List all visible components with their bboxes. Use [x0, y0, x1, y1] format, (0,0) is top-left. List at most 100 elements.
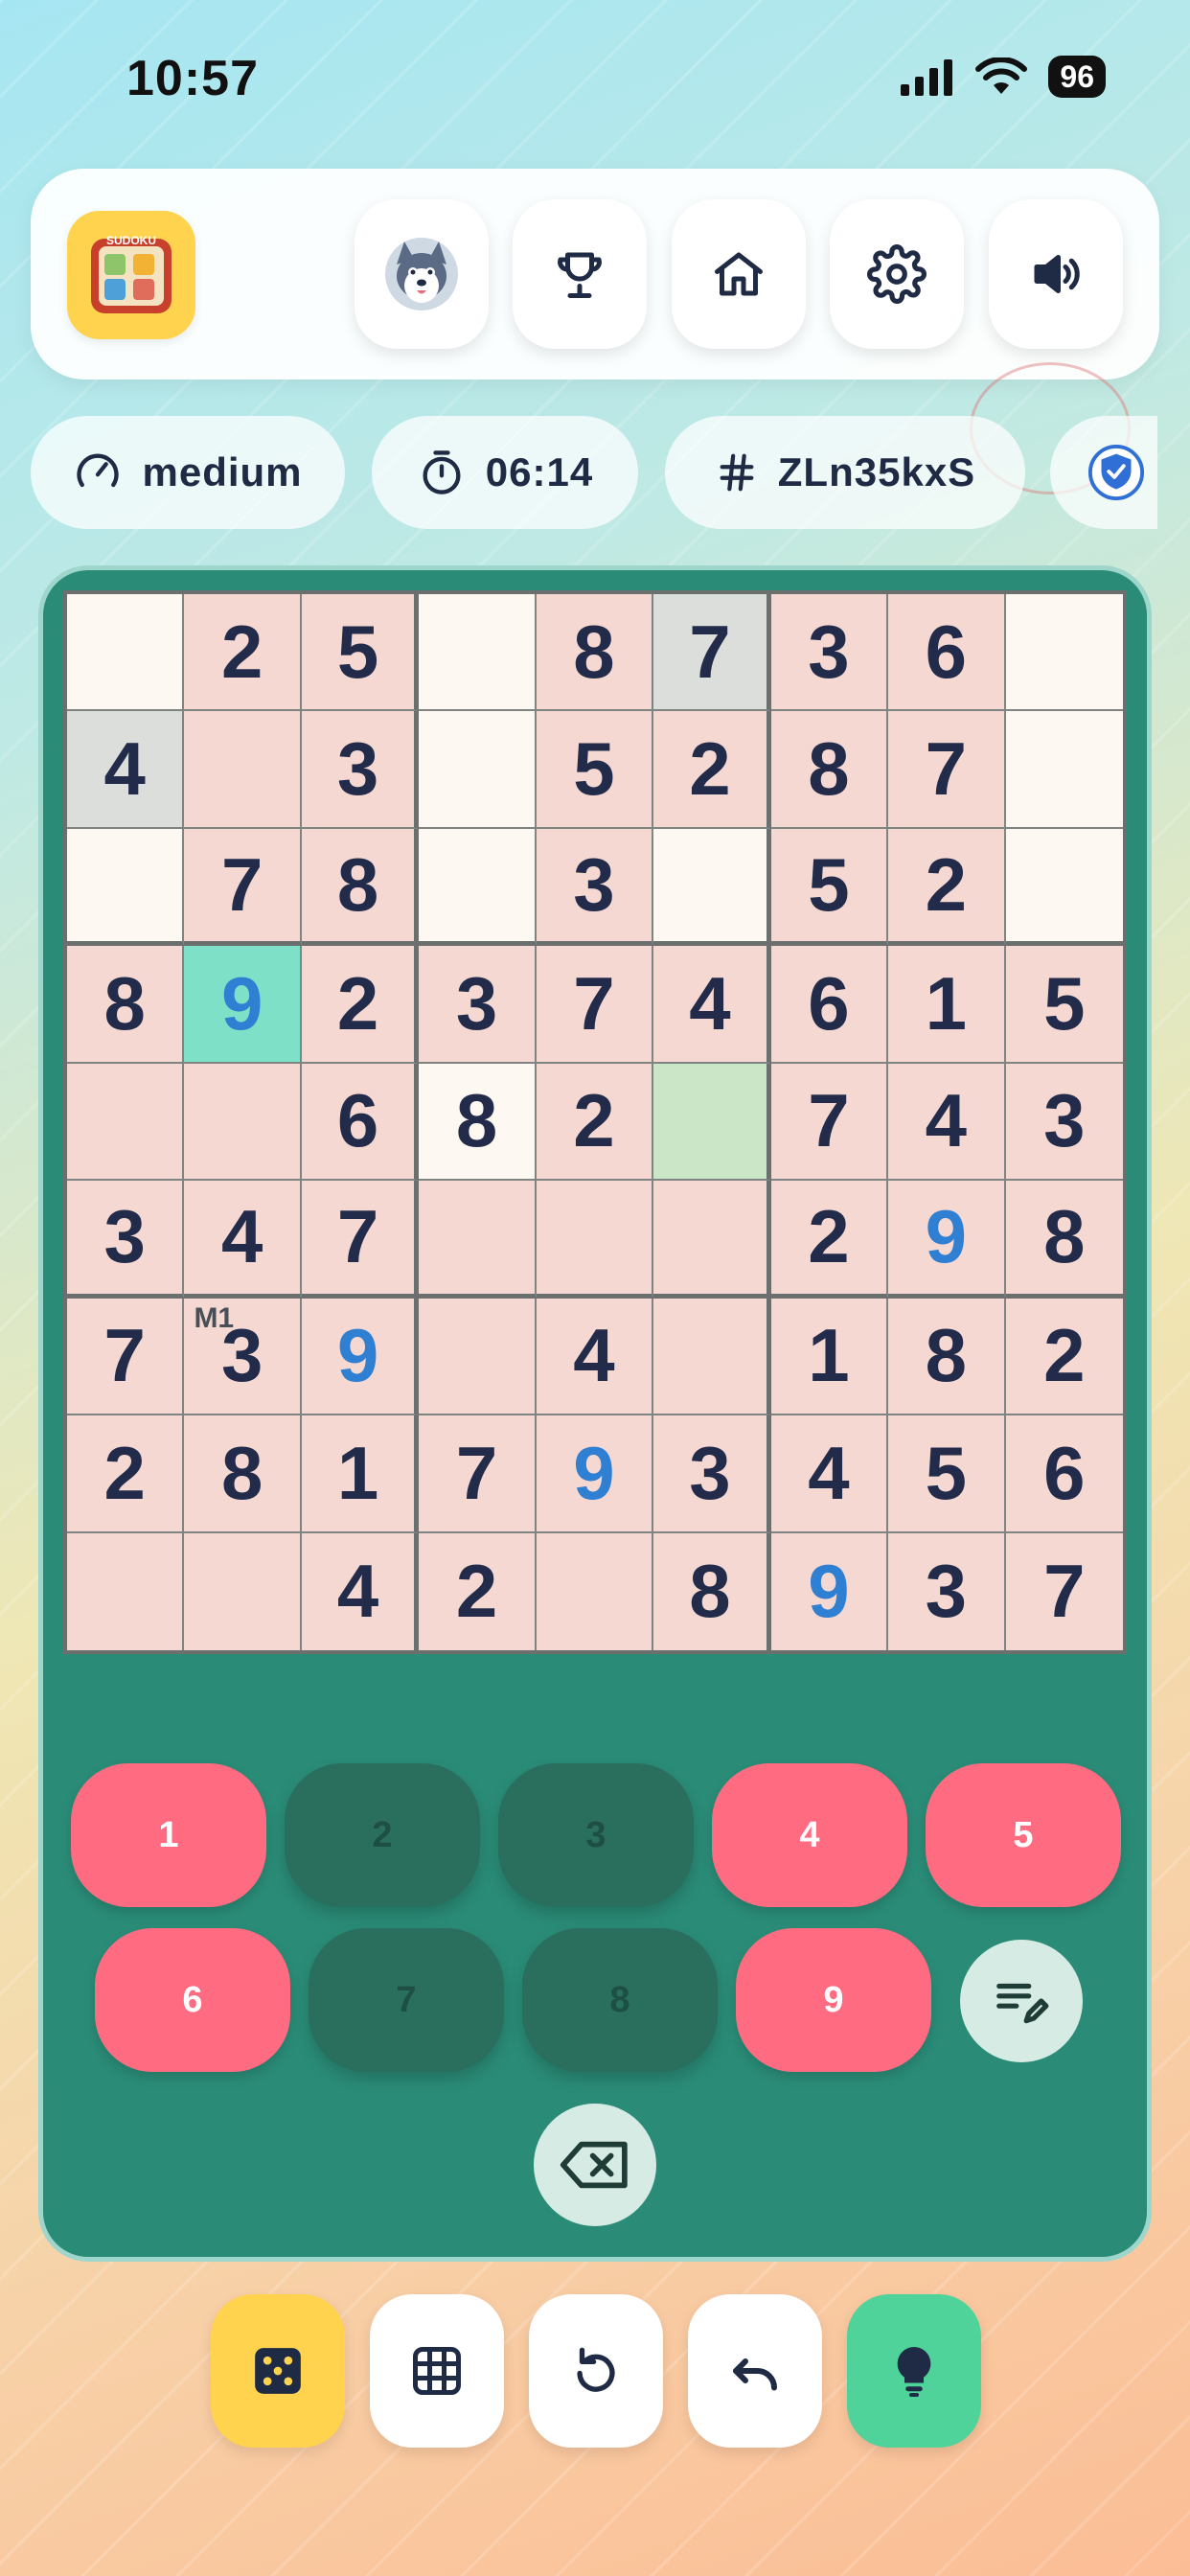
restart-button[interactable] [529, 2294, 663, 2448]
number-key-7[interactable]: 7 [309, 1928, 504, 2072]
sudoku-cell[interactable]: 3 [770, 594, 889, 712]
sudoku-cell[interactable]: M1 3 [184, 1298, 302, 1416]
sudoku-cell[interactable] [184, 1063, 302, 1182]
sudoku-cell[interactable]: 6 [770, 946, 889, 1064]
sudoku-cell[interactable]: 7 [1005, 1532, 1123, 1650]
sudoku-cell[interactable]: 4 [653, 946, 771, 1064]
sudoku-cell[interactable]: 3 [419, 946, 537, 1064]
sudoku-cell[interactable]: 2 [419, 1532, 537, 1650]
sudoku-cell[interactable] [67, 828, 185, 947]
sudoku-cell[interactable]: 7 [653, 594, 771, 712]
sudoku-cell[interactable]: 2 [653, 711, 771, 829]
sound-button[interactable] [989, 199, 1123, 349]
sudoku-cell[interactable]: 6 [888, 594, 1006, 712]
sudoku-cell[interactable]: 2 [888, 828, 1006, 947]
sudoku-cell[interactable]: 8 [770, 711, 889, 829]
home-button[interactable] [672, 199, 806, 349]
sudoku-cell[interactable]: 2 [67, 1415, 185, 1533]
sudoku-cell[interactable]: 7 [301, 1181, 420, 1299]
sudoku-cell[interactable]: 3 [536, 828, 654, 947]
sudoku-cell[interactable]: 8 [888, 1298, 1006, 1416]
undo-button[interactable] [688, 2294, 822, 2448]
sudoku-cell[interactable]: 7 [419, 1415, 537, 1533]
sudoku-cell[interactable]: 3 [67, 1181, 185, 1299]
sudoku-cell[interactable]: 7 [770, 1063, 889, 1182]
sudoku-cell[interactable]: 9 [888, 1181, 1006, 1299]
sudoku-cell[interactable]: 8 [184, 1415, 302, 1533]
sudoku-cell[interactable]: 1 [888, 946, 1006, 1064]
sudoku-cell[interactable] [419, 1181, 537, 1299]
sudoku-cell[interactable] [419, 1298, 537, 1416]
sudoku-cell[interactable] [1005, 828, 1123, 947]
sudoku-cell[interactable]: 9 [301, 1298, 420, 1416]
sudoku-cell[interactable]: 4 [536, 1298, 654, 1416]
sudoku-cell[interactable] [1005, 711, 1123, 829]
sudoku-cell[interactable] [419, 711, 537, 829]
number-key-2[interactable]: 2 [285, 1763, 480, 1907]
sudoku-cell[interactable]: 8 [1005, 1181, 1123, 1299]
sudoku-cell[interactable]: 2 [1005, 1298, 1123, 1416]
sudoku-cell[interactable]: 1 [301, 1415, 420, 1533]
sudoku-cell[interactable]: 8 [301, 828, 420, 947]
sudoku-cell[interactable]: 9 [184, 946, 302, 1064]
sudoku-cell[interactable]: 6 [1005, 1415, 1123, 1533]
sudoku-cell[interactable]: 7 [67, 1298, 185, 1416]
sudoku-cell[interactable]: 3 [1005, 1063, 1123, 1182]
sudoku-cell[interactable] [67, 1532, 185, 1650]
settings-button[interactable] [830, 199, 964, 349]
sudoku-cell[interactable]: 3 [301, 711, 420, 829]
sudoku-cell[interactable]: 5 [1005, 946, 1123, 1064]
puzzle-id-pill[interactable]: ZLn35kxS [665, 416, 1025, 529]
sudoku-cell[interactable]: 5 [888, 1415, 1006, 1533]
sudoku-cell[interactable]: 1 [770, 1298, 889, 1416]
sudoku-cell[interactable] [419, 594, 537, 712]
sudoku-cell[interactable]: 5 [770, 828, 889, 947]
sudoku-cell[interactable]: 2 [301, 946, 420, 1064]
sudoku-cell[interactable]: 8 [67, 946, 185, 1064]
erase-button[interactable] [534, 2104, 656, 2226]
sudoku-cell[interactable]: 4 [184, 1181, 302, 1299]
sudoku-cell[interactable] [67, 594, 185, 712]
sudoku-cell[interactable] [653, 1063, 771, 1182]
number-key-8[interactable]: 8 [522, 1928, 718, 2072]
number-key-9[interactable]: 9 [736, 1928, 931, 2072]
sudoku-cell[interactable]: 5 [301, 594, 420, 712]
sudoku-cell[interactable]: 2 [536, 1063, 654, 1182]
verified-pill[interactable] [1050, 416, 1157, 529]
sudoku-cell[interactable]: 4 [67, 711, 185, 829]
sudoku-cell[interactable]: 5 [536, 711, 654, 829]
number-key-4[interactable]: 4 [712, 1763, 907, 1907]
sudoku-cell[interactable]: 7 [888, 711, 1006, 829]
dice-button[interactable] [211, 2294, 345, 2448]
sudoku-cell[interactable]: 9 [536, 1415, 654, 1533]
sudoku-cell[interactable] [653, 1181, 771, 1299]
sudoku-cell[interactable]: 6 [301, 1063, 420, 1182]
sudoku-cell[interactable]: 2 [184, 594, 302, 712]
sudoku-cell[interactable] [1005, 594, 1123, 712]
sudoku-cell[interactable] [184, 711, 302, 829]
number-key-6[interactable]: 6 [95, 1928, 290, 2072]
number-key-1[interactable]: 1 [71, 1763, 266, 1907]
difficulty-pill[interactable]: medium [31, 416, 345, 529]
sudoku-cell[interactable] [536, 1181, 654, 1299]
sudoku-cell[interactable]: 9 [770, 1532, 889, 1650]
sudoku-cell[interactable]: 4 [888, 1063, 1006, 1182]
sudoku-cell[interactable] [536, 1532, 654, 1650]
number-key-3[interactable]: 3 [498, 1763, 694, 1907]
sudoku-cell[interactable]: 7 [184, 828, 302, 947]
timer-pill[interactable]: 06:14 [372, 416, 638, 529]
sudoku-cell[interactable] [653, 1298, 771, 1416]
trophy-button[interactable] [513, 199, 647, 349]
sudoku-cell[interactable] [184, 1532, 302, 1650]
sudoku-cell[interactable] [67, 1063, 185, 1182]
sudoku-cell[interactable]: 4 [770, 1415, 889, 1533]
number-key-5[interactable]: 5 [926, 1763, 1121, 1907]
sudoku-cell[interactable] [419, 828, 537, 947]
sudoku-cell[interactable] [653, 828, 771, 947]
app-logo[interactable]: SUDOKU [67, 211, 195, 339]
avatar-button[interactable] [355, 199, 489, 349]
sudoku-cell[interactable]: 8 [653, 1532, 771, 1650]
hint-button[interactable] [847, 2294, 981, 2448]
sudoku-cell[interactable]: 3 [653, 1415, 771, 1533]
notes-button[interactable] [960, 1940, 1083, 2062]
